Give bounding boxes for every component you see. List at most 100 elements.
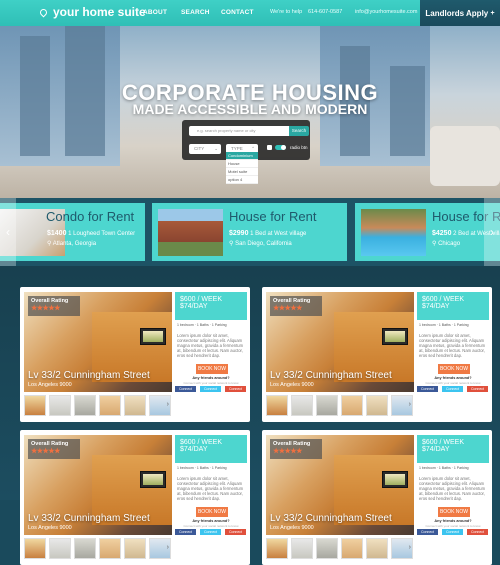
city-select[interactable]: CITY ⌄: [189, 144, 221, 154]
friends-sub: Connect with your social network to know: [425, 524, 481, 528]
google-connect-button[interactable]: Connect: [225, 529, 246, 535]
thumbnail[interactable]: [341, 538, 363, 559]
city-select-value: CITY: [194, 146, 205, 151]
price-week: $600 / WEEK: [422, 296, 465, 303]
nav-search[interactable]: SEARCH: [181, 9, 210, 16]
tv: [140, 471, 166, 488]
thumbnail[interactable]: [316, 538, 338, 559]
thumbnail[interactable]: ›: [149, 395, 171, 416]
phone-link[interactable]: 614-607-0587: [308, 9, 342, 15]
google-connect-button[interactable]: Connect: [225, 386, 246, 392]
star-icons: ★★★★★: [273, 305, 302, 312]
slider-prev-button[interactable]: ‹: [0, 198, 16, 266]
price-box: $600 / WEEK $74/DAY: [417, 292, 489, 320]
slider-next-button[interactable]: ›: [484, 198, 500, 266]
type-option[interactable]: Motel suite: [226, 168, 258, 176]
friends-label: Any friends around?: [192, 519, 230, 523]
listing-card: Overall Rating ★★★★★ Lv 33/2 Cunningham S…: [262, 430, 492, 565]
book-now-button[interactable]: BOOK NOW: [438, 507, 470, 517]
chevron-right-icon: ›: [408, 544, 411, 551]
thumbnail[interactable]: [24, 538, 46, 559]
card-title: House for Rent: [229, 209, 317, 224]
listing-description: Lorem ipsum dolor sit amet, consectetur …: [177, 333, 244, 358]
card-price: $1400 1 Lougheed Town Center: [47, 230, 135, 237]
thumbnail[interactable]: ›: [391, 538, 413, 559]
email-link[interactable]: info@yourhomesuite.com: [355, 9, 417, 15]
thumbnail[interactable]: [291, 538, 313, 559]
chevron-right-icon: ›: [408, 401, 411, 408]
thumbnail[interactable]: [24, 395, 46, 416]
facebook-connect-button[interactable]: Connect: [175, 529, 196, 535]
thumbnail[interactable]: [74, 538, 96, 559]
google-connect-button[interactable]: Connect: [467, 386, 488, 392]
facebook-connect-button[interactable]: Connect: [417, 529, 438, 535]
star-icons: ★★★★★: [31, 448, 60, 455]
listing-features: 1 bedroom · 1 Baths · 1 Parking: [177, 466, 227, 470]
twitter-connect-button[interactable]: Connect: [442, 386, 463, 392]
listing-photo[interactable]: Overall Rating ★★★★★ Lv 33/2 Cunningham S…: [24, 292, 172, 392]
listing-photo[interactable]: Overall Rating ★★★★★ Lv 33/2 Cunningham S…: [266, 435, 414, 535]
type-option[interactable]: option 4: [226, 176, 258, 184]
price-day: $74/DAY: [180, 446, 208, 453]
google-connect-button[interactable]: Connect: [467, 529, 488, 535]
detail: 1 Lougheed Town Center: [68, 231, 136, 237]
thumbnail[interactable]: [99, 395, 121, 416]
search-input[interactable]: e.g. search property name or city: [189, 126, 289, 136]
search-button[interactable]: Search: [289, 126, 309, 136]
thumbnail[interactable]: [291, 395, 313, 416]
twitter-connect-button[interactable]: Connect: [200, 529, 221, 535]
thumbnail[interactable]: [99, 538, 121, 559]
thumbnail[interactable]: [366, 395, 388, 416]
book-now-button[interactable]: BOOK NOW: [196, 364, 228, 374]
book-now-button[interactable]: BOOK NOW: [196, 507, 228, 517]
thumbnail-strip: ›: [24, 395, 172, 417]
listing-title: Lv 33/2 Cunningham Street: [28, 513, 150, 524]
friends-label: Any friends around?: [192, 376, 230, 380]
thumbnail[interactable]: [74, 395, 96, 416]
listing-photo[interactable]: Overall Rating ★★★★★ Lv 33/2 Cunningham S…: [24, 435, 172, 535]
thumbnail[interactable]: [366, 538, 388, 559]
card-location: ⚲ Atlanta, Georgia: [47, 241, 97, 247]
thumbnail-strip: ›: [24, 538, 172, 560]
location: San Diego, California: [235, 241, 292, 247]
thumbnail[interactable]: [124, 395, 146, 416]
checkbox[interactable]: [267, 145, 272, 150]
listing-subtitle: Los Angeles 9000: [28, 382, 72, 388]
thumbnail[interactable]: [49, 538, 71, 559]
listing-description: Lorem ipsum dolor sit amet, consectetur …: [177, 476, 244, 501]
friends-label: Any friends around?: [434, 519, 472, 523]
type-option[interactable]: Condominium: [226, 152, 258, 160]
overall-rating: Overall Rating ★★★★★: [270, 439, 322, 459]
nav-about[interactable]: ABOUT: [143, 9, 167, 16]
thumbnail[interactable]: [49, 395, 71, 416]
thumbnail[interactable]: [266, 395, 288, 416]
type-option[interactable]: House: [226, 160, 258, 168]
thumbnail[interactable]: ›: [149, 538, 171, 559]
thumbnail[interactable]: [316, 395, 338, 416]
listing-card: Overall Rating ★★★★★ Lv 33/2 Cunningham S…: [20, 430, 250, 565]
twitter-connect-button[interactable]: Connect: [442, 529, 463, 535]
thumbnail[interactable]: ›: [391, 395, 413, 416]
logo[interactable]: your home suite: [38, 5, 146, 19]
thumbnail[interactable]: [124, 538, 146, 559]
listing-card: Overall Rating ★★★★★ Lv 33/2 Cunningham S…: [262, 287, 492, 422]
book-now-button[interactable]: BOOK NOW: [438, 364, 470, 374]
friends-sub: Connect with your social network to know: [183, 524, 239, 528]
listing-description: Lorem ipsum dolor sit amet, consectetur …: [419, 333, 486, 358]
facebook-connect-button[interactable]: Connect: [175, 386, 196, 392]
featured-card[interactable]: Condo for Rent $1400 1 Lougheed Town Cen…: [0, 203, 145, 261]
tv: [382, 328, 408, 345]
nav-contact[interactable]: CONTACT: [221, 9, 254, 16]
facebook-connect-button[interactable]: Connect: [417, 386, 438, 392]
chevron-right-icon: ›: [166, 544, 169, 551]
twitter-connect-button[interactable]: Connect: [200, 386, 221, 392]
listing-photo[interactable]: Overall Rating ★★★★★ Lv 33/2 Cunningham S…: [266, 292, 414, 392]
featured-card[interactable]: House for Rent $4250 2 Bed at West villa…: [355, 203, 500, 261]
thumbnail[interactable]: [341, 395, 363, 416]
thumbnail[interactable]: [266, 538, 288, 559]
card-location: ⚲ Chicago: [432, 241, 461, 247]
radio-toggle[interactable]: [275, 145, 286, 150]
featured-card[interactable]: House for Rent $2990 1 Bed at West villa…: [152, 203, 347, 261]
chevron-right-icon: ›: [166, 401, 169, 408]
landlords-apply-button[interactable]: Landlords Apply +: [420, 0, 500, 26]
